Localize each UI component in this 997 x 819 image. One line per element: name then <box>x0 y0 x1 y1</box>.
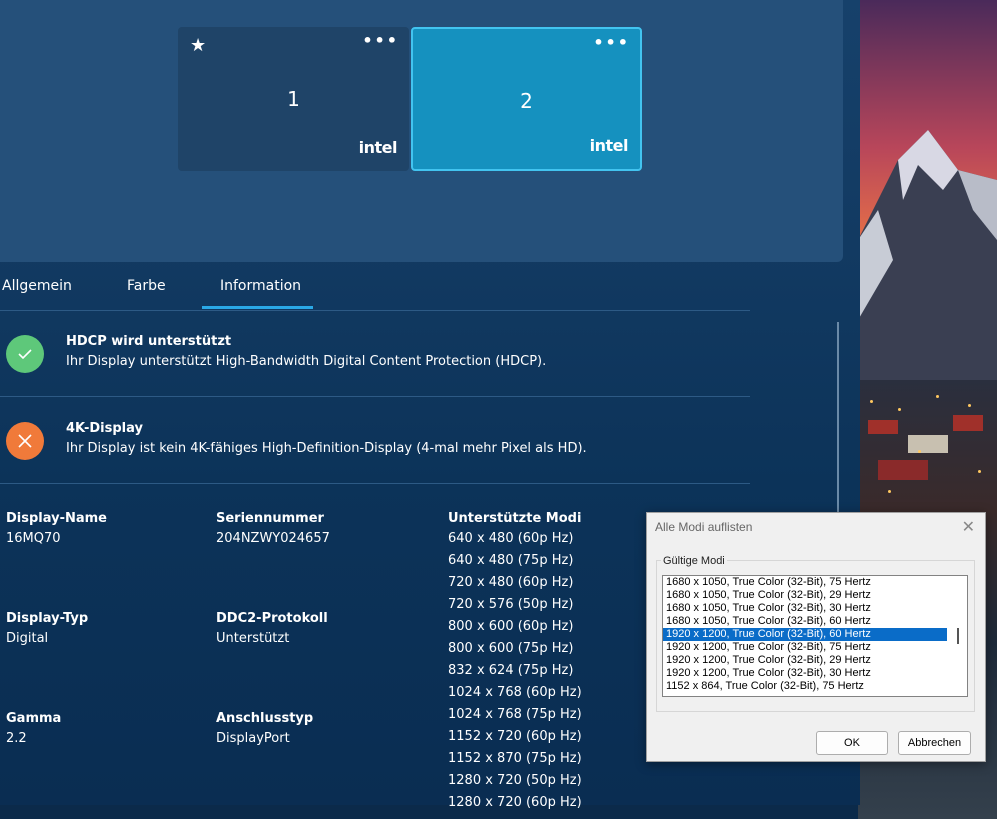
list-item-selected[interactable]: 1920 x 1200, True Color (32-Bit), 60 Her… <box>663 628 947 641</box>
mode-item: 832 x 624 (75p Hz) <box>448 663 574 678</box>
mode-item: 1024 x 768 (75p Hz) <box>448 707 582 722</box>
mode-item: 720 x 576 (50p Hz) <box>448 597 574 612</box>
tab-farbe[interactable]: Farbe <box>127 278 166 294</box>
tab-information[interactable]: Information <box>220 278 301 294</box>
dialog-title: Alle Modi auflisten <box>655 520 753 534</box>
cross-icon <box>6 422 44 460</box>
more-options-icon[interactable]: ••• <box>362 31 399 50</box>
display-name-label: Display-Name <box>6 511 108 526</box>
gamma-value: 2.2 <box>6 731 27 746</box>
more-options-icon[interactable]: ••• <box>593 33 630 52</box>
intel-logo: intel <box>589 136 629 155</box>
feature-description: Ihr Display ist kein 4K-fähiges High-Def… <box>66 441 587 456</box>
list-item[interactable]: 1680 x 1050, True Color (32-Bit), 30 Her… <box>663 602 967 615</box>
monitor-2-tile[interactable]: ••• 2 intel <box>411 27 642 171</box>
mode-item: 640 x 480 (75p Hz) <box>448 553 574 568</box>
primary-star-icon: ★ <box>190 35 207 56</box>
ddc2-value: Unterstützt <box>216 631 290 646</box>
feature-title: 4K-Display <box>66 421 143 436</box>
mode-item: 640 x 480 (60p Hz) <box>448 531 574 546</box>
serial-label: Seriennummer <box>216 511 324 526</box>
feature-4k: 4K-Display Ihr Display ist kein 4K-fähig… <box>0 397 750 484</box>
scrollbar[interactable] <box>837 322 839 517</box>
listbox-scrollbar[interactable] <box>957 628 959 644</box>
feature-hdcp: HDCP wird unterstützt Ihr Display unters… <box>0 310 750 397</box>
close-icon[interactable]: ✕ <box>962 517 975 537</box>
intel-logo: intel <box>358 138 398 157</box>
feature-title: HDCP wird unterstützt <box>66 334 232 349</box>
list-item[interactable]: 1680 x 1050, True Color (32-Bit), 60 Her… <box>663 615 967 628</box>
list-item[interactable]: 1152 x 864, True Color (32-Bit), 75 Hert… <box>663 680 967 693</box>
mode-item: 1280 x 720 (60p Hz) <box>448 795 582 810</box>
display-name-value: 16MQ70 <box>6 531 61 546</box>
list-item[interactable]: 1680 x 1050, True Color (32-Bit), 29 Her… <box>663 589 967 602</box>
valid-modes-label: Gültige Modi <box>661 555 727 567</box>
active-tab-indicator <box>202 306 313 309</box>
modes-listbox[interactable]: 1680 x 1050, True Color (32-Bit), 75 Her… <box>662 575 968 697</box>
list-item[interactable]: 1920 x 1200, True Color (32-Bit), 29 Her… <box>663 654 967 667</box>
display-type-label: Display-Typ <box>6 611 89 626</box>
monitor-number: 2 <box>520 89 533 113</box>
list-all-modes-dialog: Alle Modi auflisten ✕ Gültige Modi 1680 … <box>646 512 986 762</box>
mode-item: 800 x 600 (60p Hz) <box>448 619 574 634</box>
mode-item: 1152 x 720 (60p Hz) <box>448 729 582 744</box>
mode-item: 800 x 600 (75p Hz) <box>448 641 574 656</box>
mode-item: 720 x 480 (60p Hz) <box>448 575 574 590</box>
mode-item: 1280 x 720 (50p Hz) <box>448 773 582 788</box>
list-item[interactable]: 1920 x 1200, True Color (32-Bit), 30 Her… <box>663 667 967 680</box>
connection-value: DisplayPort <box>216 731 290 746</box>
ddc2-label: DDC2-Protokoll <box>216 611 328 626</box>
ok-button[interactable]: OK <box>816 731 888 755</box>
serial-value: 204NZWY024657 <box>216 531 330 546</box>
mode-item: 1024 x 768 (60p Hz) <box>448 685 582 700</box>
display-type-value: Digital <box>6 631 49 646</box>
display-arrangement-panel: ★ ••• 1 intel ••• 2 intel <box>0 0 843 262</box>
tab-allgemein[interactable]: Allgemein <box>2 278 72 294</box>
supported-modes-label: Unterstützte Modi <box>448 511 582 526</box>
cancel-button[interactable]: Abbrechen <box>898 731 971 755</box>
list-item[interactable]: 1680 x 1050, True Color (32-Bit), 75 Her… <box>663 576 967 589</box>
mountain-image <box>858 130 997 380</box>
tab-bar: Allgemein Farbe Information <box>0 262 750 311</box>
list-item[interactable]: 1920 x 1200, True Color (32-Bit), 75 Her… <box>663 641 967 654</box>
gamma-label: Gamma <box>6 711 62 726</box>
check-icon <box>6 335 44 373</box>
monitor-1-tile[interactable]: ★ ••• 1 intel <box>178 27 409 171</box>
feature-description: Ihr Display unterstützt High-Bandwidth D… <box>66 354 547 369</box>
mode-item: 1152 x 870 (75p Hz) <box>448 751 582 766</box>
monitor-number: 1 <box>287 87 300 111</box>
connection-label: Anschlusstyp <box>216 711 314 726</box>
